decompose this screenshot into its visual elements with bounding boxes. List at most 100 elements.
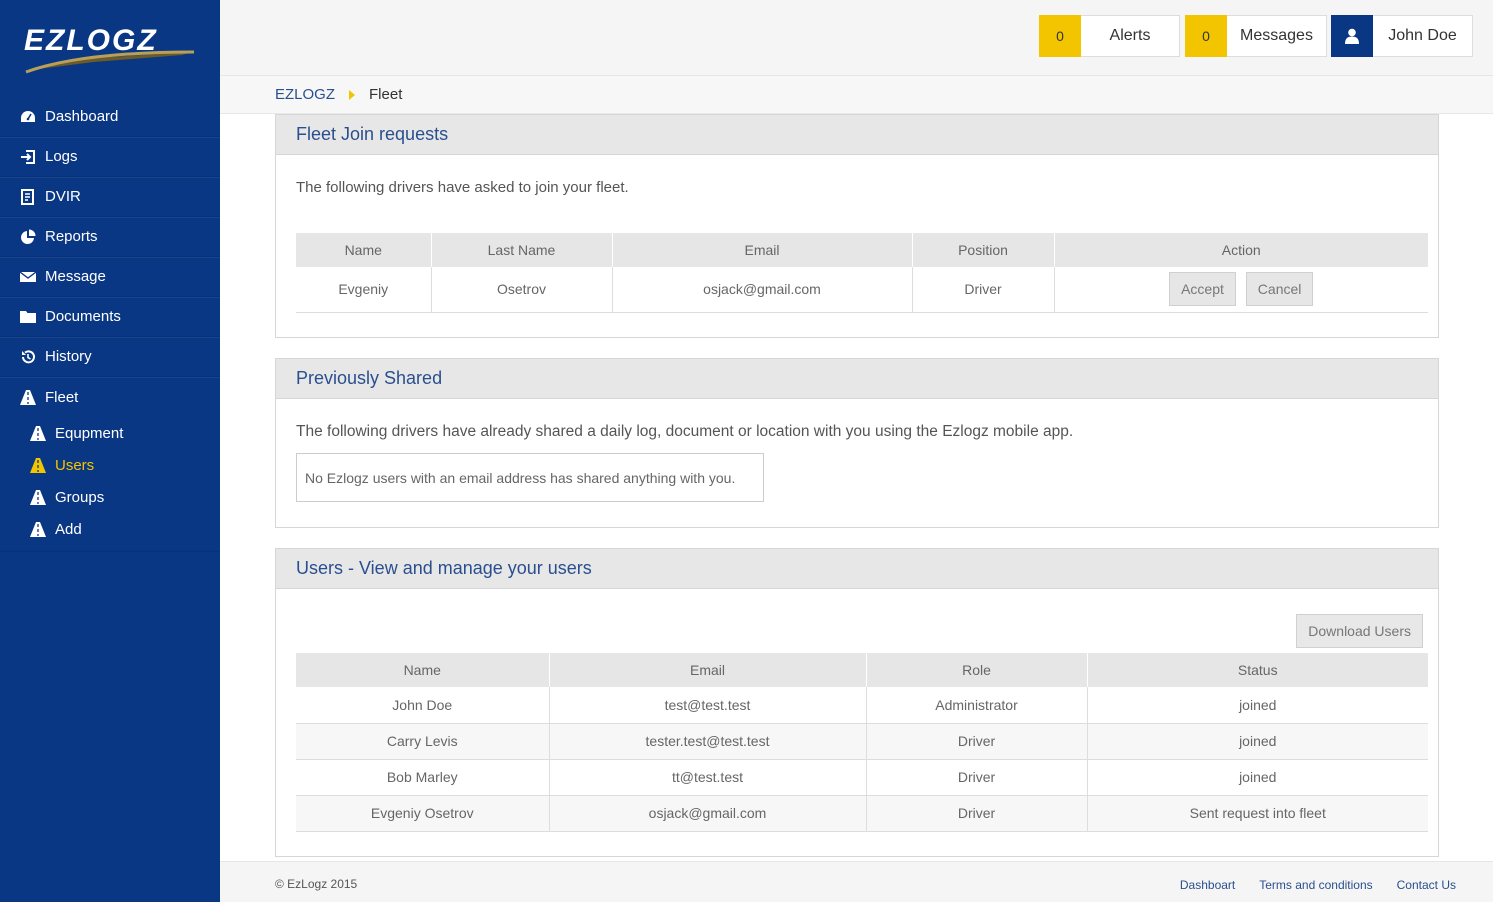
road-icon	[29, 488, 47, 506]
user-icon	[1331, 15, 1373, 57]
sidebar-subitem-groups[interactable]: Groups	[0, 481, 220, 513]
sidebar-nav: Dashboard Logs DVIR Reports Message Docu…	[0, 97, 220, 552]
user-name: John Doe	[1373, 15, 1473, 57]
cell-email: tt@test.test	[549, 759, 867, 796]
sidebar-item-logs[interactable]: Logs	[0, 137, 220, 177]
alerts-button[interactable]: 0 Alerts	[1039, 15, 1180, 57]
cell-position: Driver	[912, 267, 1055, 313]
cell-name: Carry Levis	[296, 723, 550, 760]
cell-status: joined	[1087, 723, 1428, 760]
sign-in-icon	[19, 148, 37, 166]
column-header: Name	[296, 653, 550, 687]
users-title: Users - View and manage your users	[276, 549, 1438, 589]
previously-shared-title: Previously Shared	[276, 359, 1438, 399]
sidebar-item-dashboard[interactable]: Dashboard	[0, 97, 220, 137]
users-table: Name Email Role Status John Doe test@tes…	[296, 653, 1428, 832]
messages-count-badge: 0	[1185, 15, 1227, 57]
table-row[interactable]: John Doe test@test.test Administrator jo…	[296, 687, 1428, 724]
folder-icon	[19, 308, 37, 326]
pie-chart-icon	[19, 228, 37, 246]
road-icon	[29, 456, 47, 474]
ezlogz-logo[interactable]: EZLOGZ	[22, 22, 198, 74]
column-header: Email	[612, 233, 913, 267]
envelope-icon	[19, 268, 37, 286]
cell-name: John Doe	[296, 687, 550, 724]
breadcrumb-root-link[interactable]: EZLOGZ	[275, 86, 335, 103]
join-requests-panel: Fleet Join requests The following driver…	[275, 114, 1439, 338]
sidebar-item-label: Dashboard	[45, 108, 119, 125]
cell-status: Sent request into fleet	[1087, 795, 1428, 832]
footer-link-dashboard[interactable]: Dashboart	[1180, 878, 1235, 892]
table-row[interactable]: Bob Marley tt@test.test Driver joined	[296, 759, 1428, 796]
previously-shared-description: The following drivers have already share…	[296, 423, 1074, 440]
empty-state-message: No Ezlogz users with an email address ha…	[296, 453, 764, 502]
sidebar-subitem-add[interactable]: Add	[0, 513, 220, 545]
cell-role: Driver	[866, 723, 1088, 760]
sidebar-item-label: DVIR	[45, 188, 81, 205]
table-row[interactable]: Evgeniy Osetrov osjack@gmail.com Driver …	[296, 795, 1428, 832]
messages-button[interactable]: 0 Messages	[1185, 15, 1327, 57]
breadcrumb-current: Fleet	[369, 86, 403, 103]
column-header: Action	[1054, 233, 1428, 267]
table-row[interactable]: Carry Levis tester.test@test.test Driver…	[296, 723, 1428, 760]
cell-status: joined	[1087, 687, 1428, 724]
cell-name: Bob Marley	[296, 759, 550, 796]
dashboard-icon	[19, 108, 37, 126]
sidebar-item-label: Logs	[45, 148, 78, 165]
join-requests-table: Name Last Name Email Position Action Evg…	[296, 233, 1428, 313]
sidebar-item-label: Documents	[45, 308, 121, 325]
join-requests-title: Fleet Join requests	[276, 115, 1438, 155]
footer-link-terms[interactable]: Terms and conditions	[1259, 878, 1372, 892]
fleet-submenu: Equpment Users Groups Add	[0, 417, 220, 552]
sidebar-item-reports[interactable]: Reports	[0, 217, 220, 257]
column-header: Role	[866, 653, 1088, 687]
column-header: Status	[1087, 653, 1428, 687]
join-requests-description: The following drivers have asked to join…	[296, 179, 629, 196]
cell-actions: Accept Cancel	[1054, 267, 1428, 313]
copyright-text: © EzLogz 2015	[275, 877, 358, 891]
column-header: Position	[912, 233, 1055, 267]
sidebar-item-label: History	[45, 348, 92, 365]
users-panel: Users - View and manage your users Downl…	[275, 548, 1439, 857]
road-icon	[19, 388, 37, 406]
accept-button[interactable]: Accept	[1169, 272, 1236, 307]
footer: © EzLogz 2015 Dashboart Terms and condit…	[220, 861, 1493, 902]
column-header: Last Name	[431, 233, 613, 267]
column-header: Name	[296, 233, 432, 267]
sidebar-subitem-equipment[interactable]: Equpment	[0, 417, 220, 449]
sidebar-subitem-label: Groups	[55, 488, 105, 506]
table-row: Evgeniy Osetrov osjack@gmail.com Driver …	[296, 267, 1428, 313]
cell-email: osjack@gmail.com	[549, 795, 867, 832]
sidebar-subitem-users[interactable]: Users	[0, 449, 220, 481]
sidebar-item-documents[interactable]: Documents	[0, 297, 220, 337]
cell-name: Evgeniy Osetrov	[296, 795, 550, 832]
sidebar-item-dvir[interactable]: DVIR	[0, 177, 220, 217]
dvir-icon	[19, 188, 37, 206]
alerts-count-badge: 0	[1039, 15, 1081, 57]
cell-email: test@test.test	[549, 687, 867, 724]
road-icon	[29, 520, 47, 538]
cell-role: Driver	[866, 795, 1088, 832]
column-header: Email	[549, 653, 867, 687]
sidebar-item-history[interactable]: History	[0, 337, 220, 377]
history-icon	[19, 348, 37, 366]
cancel-button[interactable]: Cancel	[1245, 272, 1314, 307]
logo-text: EZLOGZ	[24, 24, 158, 57]
cell-role: Driver	[866, 759, 1088, 796]
download-users-button[interactable]: Download Users	[1296, 614, 1423, 648]
previously-shared-panel: Previously Shared The following drivers …	[275, 358, 1439, 528]
breadcrumb: EZLOGZ Fleet	[220, 76, 1493, 114]
sidebar-item-fleet[interactable]: Fleet	[0, 377, 220, 417]
sidebar-item-label: Fleet	[45, 388, 79, 406]
footer-link-contact[interactable]: Contact Us	[1397, 878, 1456, 892]
alerts-label: Alerts	[1081, 15, 1180, 57]
footer-links: Dashboart Terms and conditions Contact U…	[1180, 878, 1456, 892]
sidebar: EZLOGZ Dashboard Logs DVIR Reports Messa…	[0, 0, 220, 902]
sidebar-item-message[interactable]: Message	[0, 257, 220, 297]
cell-role: Administrator	[866, 687, 1088, 724]
messages-label: Messages	[1227, 15, 1327, 57]
cell-name: Evgeniy	[296, 267, 432, 313]
cell-status: joined	[1087, 759, 1428, 796]
user-menu-button[interactable]: John Doe	[1331, 15, 1473, 57]
sidebar-subitem-label: Add	[55, 520, 82, 538]
